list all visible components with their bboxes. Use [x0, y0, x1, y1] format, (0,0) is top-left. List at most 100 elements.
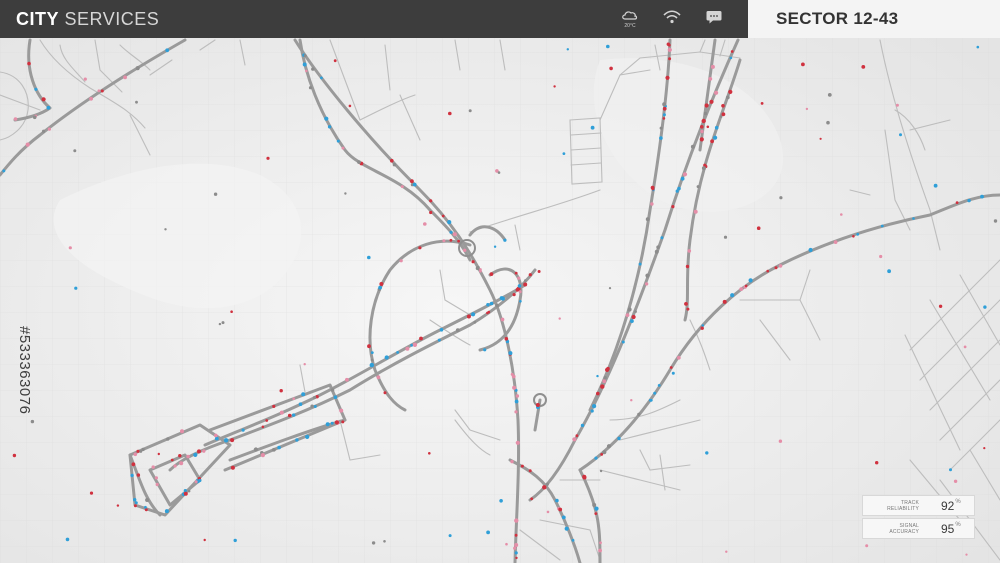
traffic-dot: [154, 476, 158, 480]
traffic-dot: [400, 185, 404, 189]
traffic-dot: [700, 129, 704, 134]
city-map[interactable]: [0, 0, 1000, 563]
traffic-dot: [320, 76, 323, 80]
traffic-dot: [133, 452, 138, 457]
traffic-dot: [419, 336, 423, 341]
traffic-dot: [405, 346, 410, 351]
traffic-dot: [183, 489, 187, 493]
traffic-dot: [744, 284, 748, 288]
traffic-dot: [669, 366, 673, 369]
traffic-dot: [379, 282, 384, 286]
traffic-dot: [42, 129, 46, 133]
traffic-dot: [713, 135, 718, 140]
traffic-dot: [648, 398, 652, 402]
traffic-dot: [46, 105, 51, 110]
traffic-dot: [165, 48, 170, 53]
traffic-dot: [442, 239, 446, 243]
traffic-dot: [483, 348, 487, 352]
traffic-dot: [953, 479, 958, 483]
traffic-dot: [955, 201, 959, 205]
traffic-dot: [277, 445, 281, 450]
traffic-dot: [370, 351, 374, 354]
traffic-dot: [627, 307, 632, 312]
traffic-dot: [89, 96, 93, 101]
traffic-dot: [667, 43, 671, 47]
wifi-icon[interactable]: [662, 8, 682, 30]
traffic-dot: [133, 504, 137, 508]
traffic-dot: [136, 473, 141, 477]
traffic-dot: [73, 149, 77, 153]
traffic-dot: [133, 498, 137, 502]
traffic-dot: [700, 125, 704, 129]
traffic-dot: [418, 246, 422, 250]
traffic-dot: [457, 239, 460, 243]
traffic-dot: [333, 59, 337, 63]
traffic-dot: [685, 264, 690, 269]
traffic-dot: [230, 438, 235, 443]
traffic-dot: [198, 478, 202, 483]
traffic-dot: [933, 183, 938, 188]
traffic-dot: [399, 259, 403, 263]
traffic-dot: [186, 454, 190, 459]
traffic-dot: [774, 266, 778, 270]
traffic-dot: [512, 385, 517, 390]
traffic-dot: [74, 286, 78, 290]
traffic-dot: [599, 541, 602, 545]
traffic-dot: [699, 137, 704, 142]
top-bar: CITY SERVICES 20°C: [0, 0, 748, 38]
traffic-dot: [412, 342, 418, 347]
traffic-dot: [13, 117, 18, 121]
traffic-dot: [725, 550, 728, 553]
traffic-dot: [558, 317, 561, 320]
traffic-dot: [634, 310, 637, 313]
traffic-dot: [429, 210, 433, 215]
traffic-dot: [449, 230, 453, 234]
traffic-dot: [178, 454, 182, 458]
traffic-dot: [41, 97, 46, 102]
traffic-dot: [714, 90, 719, 95]
traffic-dot: [535, 403, 540, 407]
traffic-dot: [524, 279, 527, 282]
traffic-dot: [367, 255, 371, 260]
traffic-dot: [667, 47, 672, 53]
traffic-dot: [645, 217, 650, 222]
traffic-dot: [606, 44, 610, 49]
traffic-dot: [606, 366, 610, 371]
traffic-dot: [266, 156, 270, 160]
traffic-dot: [808, 247, 813, 253]
traffic-dot: [637, 412, 641, 416]
traffic-dot: [701, 166, 706, 171]
traffic-dot: [701, 324, 705, 327]
traffic-dot: [334, 420, 339, 425]
traffic-dot: [384, 355, 389, 360]
traffic-dot: [223, 438, 229, 443]
traffic-dot: [495, 303, 499, 308]
traffic-dot: [410, 179, 414, 184]
traffic-dot: [644, 282, 649, 286]
weather-icon[interactable]: 20°C: [620, 8, 640, 30]
traffic-dot: [517, 284, 522, 288]
traffic-dot: [486, 303, 490, 307]
traffic-dot: [518, 290, 522, 294]
traffic-dot: [668, 57, 672, 61]
traffic-dot: [292, 397, 296, 401]
traffic-dot: [287, 413, 292, 418]
traffic-dot: [654, 249, 659, 254]
traffic-dot: [505, 542, 508, 546]
traffic-dot: [675, 189, 679, 193]
weather-temp: 20°C: [624, 23, 636, 29]
traffic-dot: [693, 209, 698, 214]
brand-light: SERVICES: [64, 9, 160, 29]
traffic-dot: [179, 461, 184, 466]
traffic-dot: [32, 115, 37, 120]
chat-icon[interactable]: [704, 8, 724, 30]
traffic-dot: [486, 530, 490, 535]
traffic-dot: [704, 103, 709, 108]
traffic-dot: [439, 328, 444, 332]
traffic-dot: [880, 224, 884, 228]
stock-id-text: #533363076: [16, 326, 33, 415]
traffic-dot: [193, 452, 198, 457]
traffic-dot: [423, 222, 427, 226]
traffic-dot: [676, 355, 681, 360]
traffic-dot: [514, 543, 519, 547]
